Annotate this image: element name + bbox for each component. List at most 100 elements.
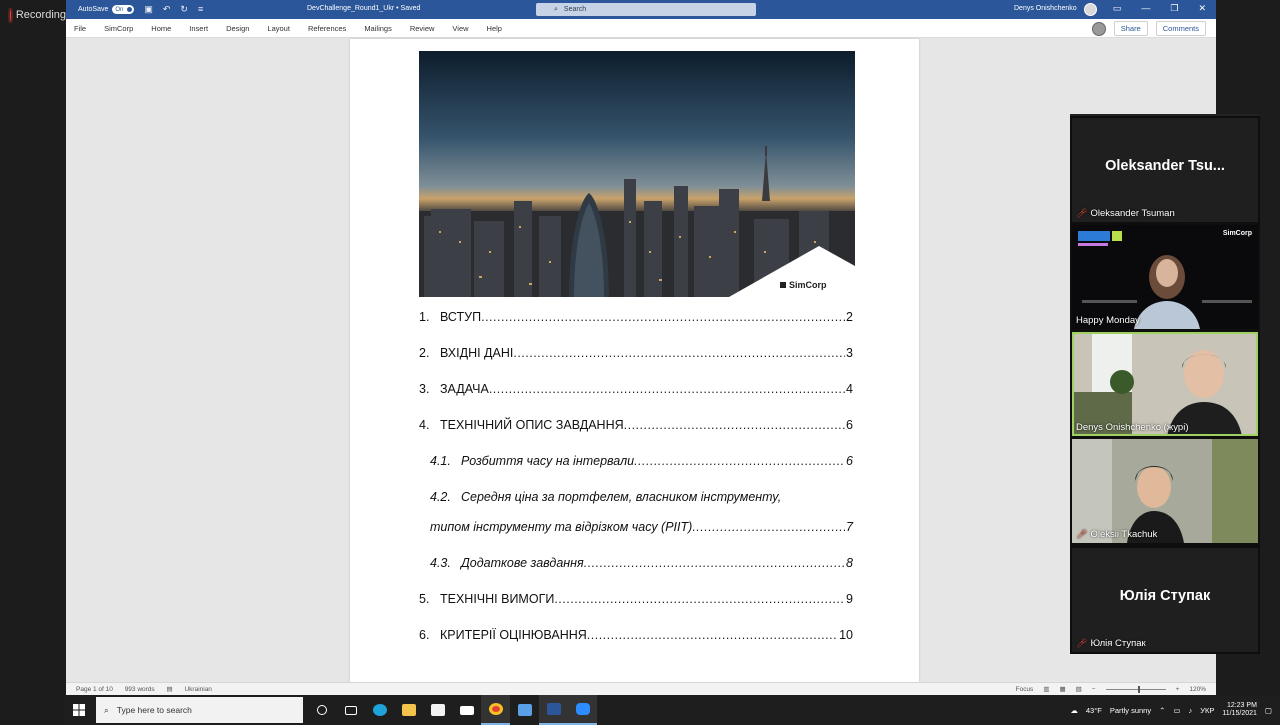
chevron-up-icon[interactable]: ⌃	[1159, 706, 1165, 715]
system-clock[interactable]: 12:23 PM 11/15/2021	[1222, 702, 1257, 719]
participant-tile[interactable]: Юлія Ступак 🎤︎ Юлія Ступак	[1072, 548, 1258, 652]
input-language[interactable]: УКР	[1200, 706, 1214, 715]
coauthor-avatar[interactable]	[1091, 21, 1106, 36]
windows-taskbar: ⌕ Type here to search ☁ 43°F Partly sunn…	[64, 695, 1280, 725]
muted-mic-icon: 🎤︎	[1076, 529, 1088, 539]
signed-in-user[interactable]: Denys Onishchenko	[1014, 5, 1077, 12]
redo-icon[interactable]: ↻	[180, 4, 188, 15]
volume-icon[interactable]: ♪	[1189, 706, 1193, 715]
toc-entry[interactable]: 4. ТЕХНІЧНИЙ ОПИС ЗАВДАННЯ 6	[419, 418, 853, 432]
tab-review[interactable]: Review	[401, 24, 444, 33]
toc-entry[interactable]: 3. ЗАДАЧА 4	[419, 382, 853, 396]
undo-icon[interactable]: ↶	[163, 4, 171, 15]
file-explorer-icon[interactable]	[394, 695, 423, 725]
close-icon[interactable]: ✕	[1198, 3, 1206, 14]
toc-leader	[554, 592, 845, 606]
proofing-icon[interactable]: ▤	[167, 686, 173, 693]
user-avatar[interactable]	[1084, 3, 1097, 16]
word-search-box[interactable]: ⌕ Search	[536, 3, 756, 16]
recording-indicator: Recording	[0, 0, 66, 30]
screen-icon[interactable]	[510, 695, 539, 725]
word-titlebar: AutoSave On ▣ ↶ ↻ ≡ DevChallenge_Round1_…	[66, 0, 1216, 19]
document-page[interactable]: SimCorp 1. ВСТУП 2 2. ВХІДНІ ДАНІ 3 3.	[350, 39, 919, 682]
tab-help[interactable]: Help	[478, 24, 511, 33]
toc-subentry-continuation[interactable]: типом інструменту та відрізком часу (PII…	[430, 520, 853, 534]
word-count[interactable]: 993 words	[125, 686, 155, 693]
toc-leader	[489, 382, 845, 396]
tab-file[interactable]: File	[66, 24, 95, 33]
tab-references[interactable]: References	[299, 24, 355, 33]
network-icon[interactable]: ▭	[1173, 706, 1180, 715]
tab-simcorp[interactable]: SimCorp	[95, 24, 142, 33]
participant-label: Denys Onishchenko (журі)	[1076, 422, 1188, 433]
taskbar-search-box[interactable]: ⌕ Type here to search	[96, 697, 303, 723]
autosave-label: AutoSave	[78, 6, 109, 13]
notifications-icon[interactable]: ▢	[1265, 706, 1272, 715]
toc-leader	[692, 520, 845, 534]
participant-tile[interactable]: Oleksander Tsu... 🎤︎ Oleksander Tsuman	[1072, 118, 1258, 222]
participant-tile-active-speaker[interactable]: Denys Onishchenko (журі)	[1072, 332, 1258, 436]
tab-mailings[interactable]: Mailings	[355, 24, 401, 33]
toc-subentry[interactable]: 4.2. Середня ціна за портфелем, власнико…	[430, 490, 853, 504]
language-indicator[interactable]: Ukrainian	[184, 686, 211, 693]
zoom-level[interactable]: 120%	[1189, 686, 1206, 693]
word-window: AutoSave On ▣ ↶ ↻ ≡ DevChallenge_Round1_…	[66, 0, 1216, 695]
minimize-icon[interactable]: —	[1141, 3, 1150, 14]
print-layout-icon[interactable]: ▦	[1059, 685, 1065, 693]
customize-toolbar-icon[interactable]: ≡	[198, 4, 203, 15]
window-controls: ▭ — ❐ ✕	[1113, 3, 1206, 14]
edge-icon[interactable]	[365, 695, 394, 725]
toc-entry[interactable]: 6. КРИТЕРІЇ ОЦІНЮВАННЯ 10	[419, 628, 853, 642]
autosave-control[interactable]: AutoSave On	[78, 5, 135, 14]
zoom-icon[interactable]	[568, 695, 597, 725]
tab-insert[interactable]: Insert	[180, 24, 217, 33]
toc-subentry[interactable]: 4.3. Додаткове завдання 8	[430, 556, 853, 570]
participant-name: Oleksander Tsuman	[1090, 208, 1175, 219]
weather-icon[interactable]: ☁	[1070, 706, 1078, 715]
toc-entry-number: 4.3.	[430, 556, 451, 570]
toc-entry[interactable]: 1. ВСТУП 2	[419, 310, 853, 324]
weather-temperature[interactable]: 43°F	[1086, 706, 1102, 715]
tab-view[interactable]: View	[443, 24, 477, 33]
participant-name: Denys Onishchenko (журі)	[1076, 422, 1189, 433]
save-icon[interactable]: ▣	[144, 4, 153, 15]
zoom-in-icon[interactable]: +	[1176, 686, 1180, 693]
ribbon-display-options-icon[interactable]: ▭	[1113, 3, 1122, 14]
word-statusbar: Page 1 of 10 993 words ▤ Ukrainian Focus…	[66, 682, 1216, 695]
document-title[interactable]: DevChallenge_Round1_Ukr • Saved	[307, 5, 420, 12]
cortana-icon[interactable]	[307, 695, 336, 725]
tab-design[interactable]: Design	[217, 24, 258, 33]
toc-entry-title: Додаткове завдання	[461, 556, 584, 570]
word-icon[interactable]	[539, 695, 568, 725]
focus-button[interactable]: Focus	[1016, 686, 1034, 693]
chrome-icon[interactable]	[481, 695, 510, 725]
toc-subentry[interactable]: 4.1. Розбиття часу на інтервали 6	[430, 454, 853, 468]
zoom-slider[interactable]	[1105, 685, 1166, 693]
toc-entry-page: 6	[846, 454, 853, 468]
comments-button[interactable]: Comments	[1155, 21, 1206, 36]
zoom-out-icon[interactable]: −	[1092, 686, 1096, 693]
autosave-toggle[interactable]: On	[112, 5, 135, 14]
participant-tile[interactable]: SimCorp Happy Monday	[1072, 225, 1258, 329]
muted-mic-icon: 🎤︎	[1076, 638, 1088, 648]
start-button[interactable]	[64, 704, 94, 716]
participant-tile[interactable]: 🎤︎ Oleksii Tkachuk	[1072, 439, 1258, 543]
tab-layout[interactable]: Layout	[258, 24, 299, 33]
tab-home[interactable]: Home	[142, 24, 180, 33]
weather-description[interactable]: Partly sunny	[1110, 706, 1151, 715]
web-layout-icon[interactable]: ▧	[1076, 685, 1082, 693]
participant-name: Юлія Ступак	[1090, 638, 1146, 649]
mail-icon[interactable]	[452, 695, 481, 725]
store-icon[interactable]	[423, 695, 452, 725]
system-tray: ☁ 43°F Partly sunny ⌃ ▭ ♪ УКР 12:23 PM 1…	[1070, 695, 1272, 725]
simcorp-logo: SimCorp	[780, 280, 827, 290]
document-name: DevChallenge_Round1_Ukr	[307, 5, 395, 12]
restore-icon[interactable]: ❐	[1170, 3, 1178, 14]
word-search-placeholder: Search	[563, 6, 587, 13]
toc-entry[interactable]: 2. ВХІДНІ ДАНІ 3	[419, 346, 853, 360]
page-count[interactable]: Page 1 of 10	[76, 686, 113, 693]
toc-entry[interactable]: 5. ТЕХНІЧНІ ВИМОГИ 9	[419, 592, 853, 606]
task-view-icon[interactable]	[336, 695, 365, 725]
share-button[interactable]: Share	[1113, 21, 1148, 36]
read-mode-icon[interactable]: ▥	[1043, 685, 1049, 693]
